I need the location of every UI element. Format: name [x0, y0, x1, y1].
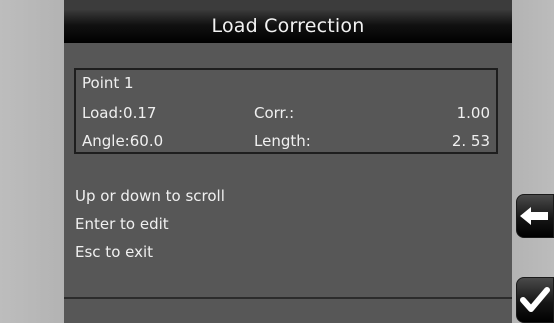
point-info-box: Point 1 Load:0.17 Corr.: 1.00 Angle:60.0…: [74, 68, 498, 154]
instruction-scroll: Up or down to scroll: [75, 187, 225, 205]
length-value: 2. 53: [451, 132, 490, 150]
corr-value: 1.00: [456, 104, 490, 122]
load-row: Load:0.17 Corr.: 1.00: [82, 102, 490, 124]
main-panel: [64, 0, 512, 323]
angle-field: Angle:60.0: [82, 130, 163, 152]
title-top-strip: [64, 0, 512, 10]
length-label: Length:: [254, 132, 311, 150]
load-value: 0.17: [123, 104, 157, 122]
right-bezel: [512, 0, 554, 323]
load-field: Load:0.17: [82, 102, 156, 124]
angle-label: Angle:: [82, 132, 130, 150]
corr-label: Corr.:: [254, 104, 295, 122]
page-title: Load Correction: [64, 10, 512, 43]
arrow-left-icon: [520, 205, 550, 227]
footer-divider: [64, 297, 512, 299]
hmi-screen: Load Correction Point 1 Load:0.17 Corr.:…: [0, 0, 554, 323]
instructions: Up or down to scroll Enter to edit Esc t…: [75, 182, 225, 266]
ok-button[interactable]: [516, 277, 554, 323]
checkmark-icon: [520, 287, 550, 313]
point-row: Point 1: [82, 72, 490, 94]
instruction-exit: Esc to exit: [75, 243, 154, 261]
point-name: Point 1: [82, 74, 134, 92]
load-label: Load:: [82, 104, 124, 122]
back-button[interactable]: [516, 194, 554, 238]
angle-row: Angle:60.0 Length: 2. 53: [82, 130, 490, 152]
instruction-edit: Enter to edit: [75, 215, 169, 233]
angle-value: 60.0: [129, 132, 164, 150]
left-bezel: [0, 0, 64, 323]
